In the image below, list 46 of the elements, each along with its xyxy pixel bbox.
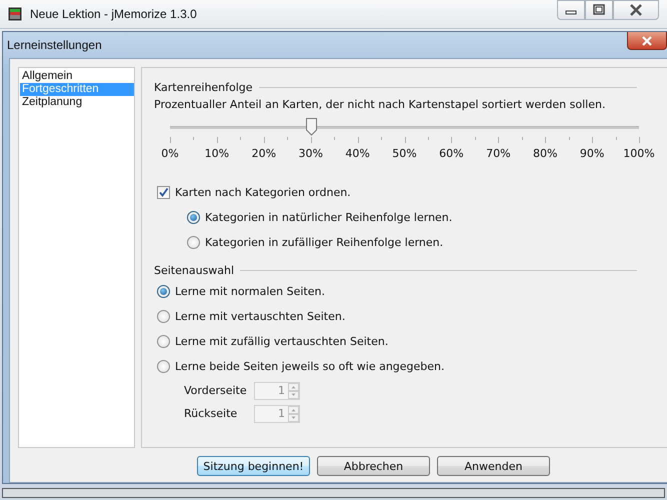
app-icon: [8, 7, 22, 21]
window-title: Neue Lektion - jMemorize 1.3.0: [30, 7, 198, 21]
radio-button[interactable]: [187, 236, 200, 249]
tick-label: 0%: [161, 147, 179, 160]
dialog-button[interactable]: Sitzung beginnen!: [197, 456, 310, 476]
radio-button[interactable]: [157, 360, 170, 373]
tick-label: 40%: [345, 147, 370, 160]
tick-label: 30%: [298, 147, 323, 160]
maximize-icon: [592, 4, 606, 16]
radio-button[interactable]: [157, 310, 170, 323]
list-item[interactable]: Allgemein: [20, 70, 134, 83]
maximize-button[interactable]: [585, 0, 613, 20]
radio-button[interactable]: [157, 285, 170, 298]
checkbox[interactable]: [157, 186, 170, 199]
minimize-button[interactable]: [557, 0, 585, 20]
tick-label: 60%: [439, 147, 464, 160]
tick-label: 50%: [392, 147, 417, 160]
section-title: Kartenreihenfolge: [154, 80, 253, 94]
radio-label: Lerne mit normalen Seiten.: [175, 285, 325, 298]
tick-label: 70%: [486, 147, 511, 160]
radio-label: Kategorien in zufälliger Reihenfolge lernen.: [205, 236, 444, 249]
section-title: Seitenauswahl: [154, 264, 234, 276]
tick-label: 10%: [204, 147, 230, 160]
dialog-button[interactable]: Anwenden: [437, 456, 550, 476]
dialog-title: Lerneinstellungen: [7, 38, 103, 52]
close-icon: [628, 4, 644, 16]
radio-label: Lerne mit vertauschten Seiten.: [175, 310, 346, 323]
tick-label: 80%: [532, 147, 558, 160]
checkbox-label: Karten nach Kategorien ordnen.: [175, 186, 351, 199]
close-icon: [641, 36, 653, 46]
close-button[interactable]: [613, 0, 659, 20]
radio-label: Lerne mit zufällig vertauschten Seiten.: [175, 335, 388, 348]
tick-label: 90%: [580, 147, 604, 160]
slider-thumb[interactable]: [306, 118, 317, 136]
radio-button[interactable]: [187, 211, 200, 224]
field-label: Rückseite: [184, 407, 238, 420]
radio-button[interactable]: [157, 335, 170, 348]
radio-label: Kategorien in natürlicher Reihenfolge lernen.: [205, 211, 452, 224]
list-item[interactable]: Zeitplanung: [20, 96, 134, 109]
close-button[interactable]: [627, 32, 667, 50]
field-label: Vorderseite: [184, 384, 248, 397]
tick-label: 100%: [623, 147, 655, 160]
description-text: Prozentualler Anteil an Karten, der nicht nach Kartenstapel sortiert werden sollen.: [154, 97, 606, 113]
tick-label: 20%: [252, 147, 276, 160]
dialog-button[interactable]: Abbrechen: [317, 456, 430, 476]
radio-label: Lerne beide Seiten jeweils so oft wie angegeben.: [175, 360, 445, 373]
